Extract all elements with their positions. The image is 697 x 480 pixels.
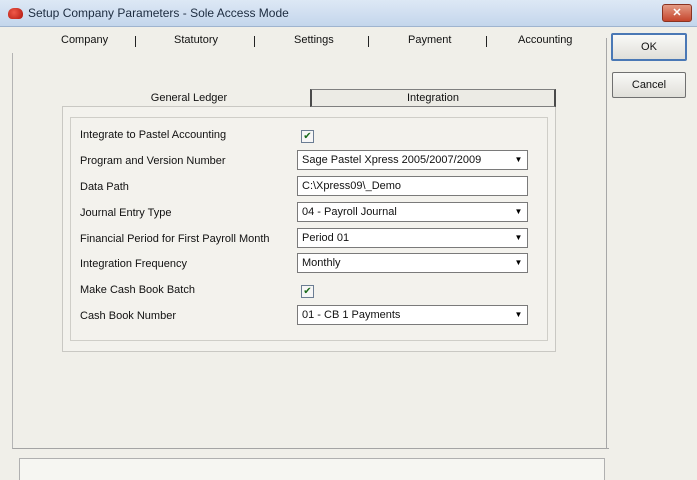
data-path-label: Data Path bbox=[80, 181, 129, 193]
financial-period-select[interactable]: Period 01 ▼ bbox=[297, 228, 528, 248]
main-tabs: Company Statutory Settings Payment Accou… bbox=[12, 27, 597, 53]
integrate-checkbox[interactable]: ✔ bbox=[301, 130, 314, 143]
chevron-down-icon[interactable]: ▼ bbox=[512, 153, 525, 166]
journal-entry-type-label: Journal Entry Type bbox=[80, 207, 172, 219]
window-title: Setup Company Parameters - Sole Access M… bbox=[28, 6, 289, 20]
program-version-label: Program and Version Number bbox=[80, 155, 226, 167]
title-bar: Setup Company Parameters - Sole Access M… bbox=[0, 0, 697, 27]
integration-frequency-label: Integration Frequency bbox=[80, 258, 188, 270]
chevron-down-icon[interactable]: ▼ bbox=[512, 205, 525, 218]
tab-company[interactable]: Company bbox=[61, 34, 108, 46]
tab-divider bbox=[486, 36, 487, 47]
tab-divider bbox=[254, 36, 255, 47]
integrate-label: Integrate to Pastel Accounting bbox=[80, 129, 227, 141]
cash-book-batch-checkbox[interactable]: ✔ bbox=[301, 285, 314, 298]
tab-payment[interactable]: Payment bbox=[408, 34, 451, 46]
integration-frequency-value: Monthly bbox=[302, 257, 341, 269]
journal-entry-type-select[interactable]: 04 - Payroll Journal ▼ bbox=[297, 202, 528, 222]
tab-divider bbox=[368, 36, 369, 47]
setup-company-parameters-window: Setup Company Parameters - Sole Access M… bbox=[0, 0, 697, 480]
cash-book-number-label: Cash Book Number bbox=[80, 310, 176, 322]
tab-statutory[interactable]: Statutory bbox=[174, 34, 218, 46]
button-panel-divider bbox=[606, 38, 607, 449]
data-path-value: C:\Xpress09\_Demo bbox=[302, 180, 402, 192]
financial-period-label: Financial Period for First Payroll Month bbox=[80, 233, 270, 245]
tab-settings[interactable]: Settings bbox=[294, 34, 334, 46]
cash-book-number-select[interactable]: 01 - CB 1 Payments ▼ bbox=[297, 305, 528, 325]
subtab-integration[interactable]: Integration bbox=[310, 89, 556, 107]
cancel-button[interactable]: Cancel bbox=[612, 72, 686, 98]
subtab-general-ledger[interactable]: General Ledger bbox=[68, 89, 310, 107]
tab-accounting[interactable]: Accounting bbox=[518, 34, 572, 46]
journal-entry-type-value: 04 - Payroll Journal bbox=[302, 206, 397, 218]
chevron-down-icon[interactable]: ▼ bbox=[512, 231, 525, 244]
chevron-down-icon[interactable]: ▼ bbox=[512, 256, 525, 269]
app-icon bbox=[8, 8, 23, 19]
close-button[interactable]: ✕ bbox=[662, 4, 692, 22]
data-path-input[interactable]: C:\Xpress09\_Demo bbox=[297, 176, 528, 196]
cash-book-batch-label: Make Cash Book Batch bbox=[80, 284, 195, 296]
chevron-down-icon[interactable]: ▼ bbox=[512, 308, 525, 321]
program-version-value: Sage Pastel Xpress 2005/2007/2009 bbox=[302, 154, 482, 166]
cash-book-number-value: 01 - CB 1 Payments bbox=[302, 309, 401, 321]
integration-frequency-select[interactable]: Monthly ▼ bbox=[297, 253, 528, 273]
ok-button[interactable]: OK bbox=[611, 33, 687, 61]
status-bar bbox=[19, 458, 605, 480]
tab-divider bbox=[135, 36, 136, 47]
financial-period-value: Period 01 bbox=[302, 232, 350, 244]
program-version-select[interactable]: Sage Pastel Xpress 2005/2007/2009 ▼ bbox=[297, 150, 528, 170]
